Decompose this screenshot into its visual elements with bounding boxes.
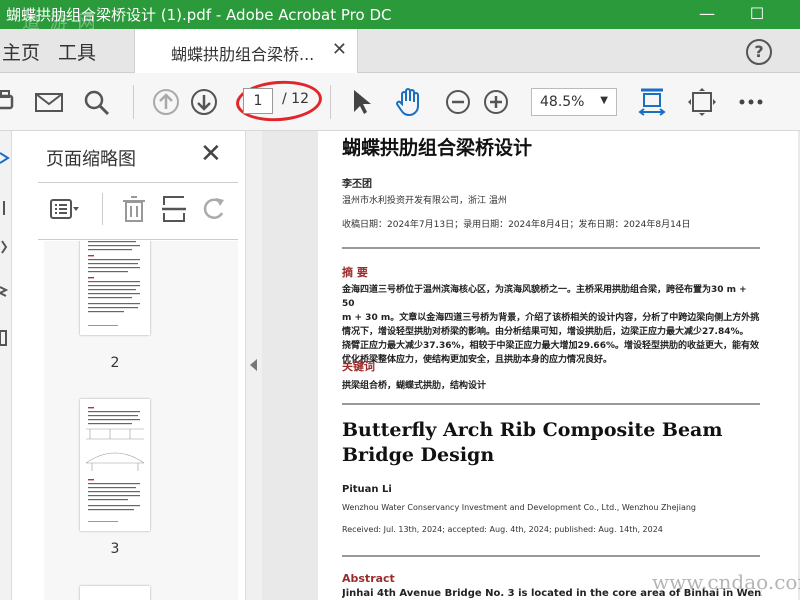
divider — [38, 182, 238, 183]
chevron-down-icon: ▼ — [600, 95, 608, 106]
page-thumbnail-4[interactable] — [80, 586, 150, 600]
paper-title-cn: 蝴蝶拱肋组合梁桥设计 — [342, 137, 533, 159]
page-thumbnail-3[interactable] — [80, 399, 150, 531]
paper-dates-en: Received: Jul. 13th, 2024; accepted: Aug… — [342, 525, 663, 534]
abstract-line: 优化桥梁整体应力，使结构更加安全，且拱肋本身的应力情况良好。 — [342, 355, 613, 365]
print-icon[interactable] — [0, 86, 26, 118]
collapse-panel-icon[interactable] — [250, 359, 257, 371]
maximize-button[interactable]: ☐ — [740, 0, 774, 29]
paper-author-en: Pituan Li — [342, 484, 392, 495]
page-thumbnail-preview — [85, 407, 145, 522]
search-icon[interactable] — [80, 86, 112, 118]
pages-icon[interactable] — [0, 199, 10, 217]
close-panel-icon[interactable]: ✕ — [200, 139, 222, 169]
page-thumbnails-panel: 页面缩略图 ✕ 2 3 — [30, 131, 266, 600]
thumbnail-page-number: 2 — [110, 355, 120, 371]
page-thumbnail-preview — [88, 241, 140, 326]
insert-page-icon[interactable] — [158, 193, 190, 225]
toolbar-separator — [102, 193, 103, 225]
title-bar: 蝴蝶拱肋组合梁桥设计 (1).pdf - Adobe Acrobat Pro D… — [0, 0, 800, 33]
abstract-line: 挠臂正应力最大减少37.36%，相较于中梁正应力最大增加29.66%。增设轻型拱… — [342, 341, 759, 351]
close-tab-icon[interactable]: ✕ — [332, 39, 347, 60]
mail-icon[interactable] — [33, 86, 65, 118]
help-icon[interactable]: ? — [746, 39, 772, 65]
abstract-heading-en: Abstract — [342, 572, 395, 585]
fit-width-icon[interactable] — [636, 86, 668, 118]
full-screen-icon[interactable] — [686, 86, 718, 118]
paper-title-en: Butterfly Arch Rib Composite Beam Bridge… — [342, 419, 723, 466]
bookmark-icon[interactable] — [0, 149, 10, 167]
more-options-icon[interactable] — [735, 86, 767, 118]
paper-author-cn: 李丕团 — [342, 179, 372, 190]
panel-splitter[interactable] — [246, 131, 262, 600]
delete-icon[interactable] — [118, 193, 150, 225]
divider — [342, 403, 760, 405]
rotate-page-icon[interactable] — [198, 193, 230, 225]
page-number-input[interactable]: 1 — [243, 88, 273, 114]
toolbar: 1 / 12 48.5% ▼ — [0, 73, 800, 131]
tab-document-label: 蝴蝶拱肋组合梁桥... — [171, 45, 315, 64]
tab-home[interactable]: 主页 — [2, 38, 40, 65]
paper-dates-cn: 收稿日期：2024年7月13日；录用日期：2024年8月4日；发布日期：2024… — [342, 220, 691, 230]
abstract-cn: 金海四道三号桥位于温州滨海核心区，为滨海风貌桥之一。主桥采用拱肋组合梁，跨径布置… — [342, 283, 762, 367]
keywords-heading-cn: 关键词 — [342, 360, 375, 373]
thumbnail-page-number: 3 — [110, 541, 120, 557]
tab-document[interactable]: 蝴蝶拱肋组合梁桥... ✕ — [134, 29, 358, 73]
paper-affiliation-en: Wenzhou Water Conservancy Investment and… — [342, 503, 697, 512]
zoom-out-icon[interactable] — [442, 86, 474, 118]
abstract-heading-cn: 摘 要 — [342, 266, 368, 279]
previous-page-icon[interactable] — [150, 86, 182, 118]
pdf-page: 蝴蝶拱肋组合梁桥设计 李丕团 温州市水利投资开发有限公司，浙江 温州 收稿日期：… — [318, 131, 798, 600]
abstract-line: 金海四道三号桥位于温州滨海核心区，为滨海风貌桥之一。主桥采用拱肋组合梁，跨径布置… — [342, 285, 747, 309]
select-cursor-icon[interactable] — [345, 86, 377, 118]
keywords-cn: 拱梁组合桥，蝴蝶式拱肋，结构设计 — [342, 381, 487, 391]
page-thumbnail-2[interactable] — [80, 241, 150, 335]
thumbnail-list: 2 3 — [44, 241, 238, 600]
abstract-line: 情况下，增设轻型拱肋对桥梁的影响。由分析结果可知，增设拱肋后，边梁正应力最大减少… — [342, 327, 749, 337]
tab-tools[interactable]: 工具 — [58, 38, 96, 65]
layers-icon[interactable] — [0, 283, 10, 301]
panel-title: 页面缩略图 — [46, 149, 136, 170]
toolbar-separator — [330, 85, 331, 119]
zoom-select[interactable]: 48.5% ▼ — [531, 88, 617, 116]
document-view[interactable]: 蝴蝶拱肋组合梁桥设计 李丕团 温州市水利投资开发有限公司，浙江 温州 收稿日期：… — [262, 131, 800, 600]
divider — [38, 239, 238, 240]
tab-bar: 主页 工具 蝴蝶拱肋组合梁桥... ✕ ? — [0, 29, 800, 73]
page-total: / 12 — [282, 91, 309, 107]
signature-icon[interactable] — [0, 329, 10, 347]
toolbar-separator — [133, 85, 134, 119]
watermark-bottom: www.cndao.com — [652, 570, 800, 594]
next-page-icon[interactable] — [188, 86, 220, 118]
paper-affiliation-cn: 温州市水利投资开发有限公司，浙江 温州 — [342, 196, 507, 206]
divider — [342, 555, 760, 557]
hand-tool-icon[interactable] — [393, 86, 425, 118]
divider — [342, 247, 760, 249]
zoom-in-icon[interactable] — [480, 86, 512, 118]
minimize-button[interactable]: — — [690, 0, 724, 29]
attachment-icon[interactable] — [0, 239, 10, 257]
thumbnail-options-icon[interactable] — [48, 193, 80, 225]
zoom-value: 48.5% — [540, 94, 585, 110]
abstract-line: m + 30 m。文章以金海四道三号桥为背景，介绍了该桥相关的设计内容，分析了中… — [342, 313, 760, 323]
left-navigation-rail — [0, 131, 12, 600]
